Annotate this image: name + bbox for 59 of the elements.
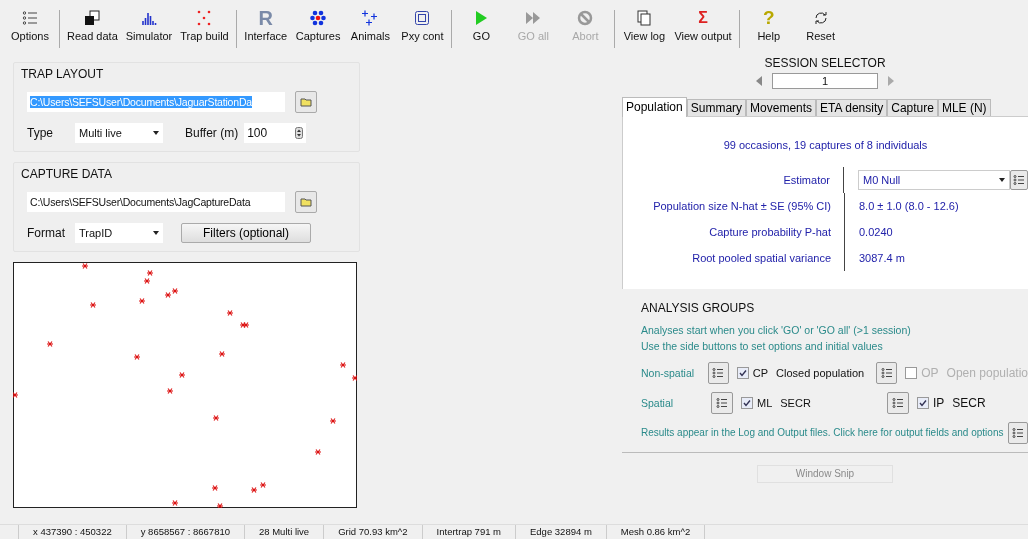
tab[interactable]: MLE (N) [937, 99, 991, 116]
status-cell: 28 Multi live [245, 525, 325, 539]
type-label: Type [27, 126, 54, 140]
glyph-icon: R [258, 10, 273, 26]
note-text: Use the side buttons to set options and initial values [641, 339, 884, 354]
file-path-field[interactable]: C:\Users\SEFSUser\Documents\JagCaptureData [27, 192, 285, 212]
result-label: Root pooled spatial variance [623, 245, 845, 271]
result-label: Population size N-hat ± SE (95% CI) [623, 193, 845, 219]
format-label: Format [27, 226, 66, 240]
status-cell: Edge 32894 m [516, 525, 607, 539]
toolbar-button[interactable]: R Interface [239, 6, 292, 50]
result-label: Estimator [623, 167, 844, 193]
buffer-label: Buffer (m) [185, 126, 239, 140]
toolbar-button[interactable]: Simulator [121, 6, 177, 50]
tab[interactable]: Movements [746, 99, 817, 116]
type-dropdown[interactable]: Multi live [75, 123, 163, 143]
status-cell: Grid 70.93 km^2 [324, 525, 423, 539]
status-cell: x 437390 : 450322 [19, 525, 127, 539]
analysis-checkbox[interactable]: CP Closed population [736, 367, 871, 379]
tab[interactable]: Summary [686, 99, 747, 116]
result-value: 0.0240 [859, 226, 893, 238]
result-value: 8.0 ± 1.0 (8.0 - 12.6) [859, 200, 959, 212]
status-cell: Intertrap 791 m [422, 525, 516, 539]
format-dropdown[interactable]: TrapID [75, 223, 163, 243]
row-label: Spatial [641, 397, 675, 409]
result-value: 3087.4 m [859, 252, 905, 264]
toolbar-button[interactable]: Captures [291, 6, 345, 50]
summary-text: 99 occasions, 19 captures of 8 individuals [722, 139, 929, 151]
toolbar-button[interactable]: Trap build [176, 6, 233, 50]
tab[interactable]: ETA density [816, 99, 888, 116]
session-field[interactable]: 1 [772, 73, 878, 89]
toolbar-button[interactable]: ? Help [742, 6, 795, 50]
toolbar-button[interactable]: GO [455, 6, 508, 50]
glyph-icon: Σ [698, 10, 708, 26]
session-selector-title: SESSION SELECTOR [763, 56, 887, 70]
toolbar-button[interactable]: Σ View output [670, 6, 736, 50]
toolbar-button[interactable]: View log [618, 6, 671, 50]
toolbar-button[interactable]: Read data [63, 6, 122, 50]
toolbar-button[interactable]: Animals [344, 6, 397, 50]
analysis-checkbox[interactable]: ML SECR [741, 397, 881, 409]
panel-title: ANALYSIS GROUPS [641, 301, 756, 315]
status-cell: Mesh 0.86 km^2 [606, 525, 706, 539]
row-label: Non-spatial [641, 367, 696, 379]
result-label: Capture probability P-hat [623, 219, 845, 245]
analysis-checkbox[interactable]: IP SECR [917, 396, 986, 410]
status-cell: y 8658567 : 8667810 [126, 525, 245, 539]
filters-button[interactable]: Filters (optional) [181, 223, 311, 243]
group-title: CAPTURE DATA [21, 167, 113, 181]
tab[interactable]: Population [622, 97, 687, 117]
toolbar-button[interactable]: Reset [794, 6, 847, 50]
glyph-icon: ? [762, 10, 775, 26]
toolbar-button[interactable]: Options [4, 6, 56, 50]
buffer-spinner[interactable]: 100 [244, 123, 307, 143]
toolbar-button[interactable]: Pxy cont [396, 6, 449, 50]
note-text: Analyses start when you click 'GO' or 'GO all' (>1 session) [641, 323, 912, 338]
estimator-dropdown[interactable]: M0 Null [858, 170, 1010, 190]
footer-link[interactable]: Results appear in the Log and Output files. Click here for output fields and options [641, 425, 1004, 441]
group-title: TRAP LAYOUT [21, 67, 105, 81]
tab[interactable]: Capture [887, 99, 938, 116]
